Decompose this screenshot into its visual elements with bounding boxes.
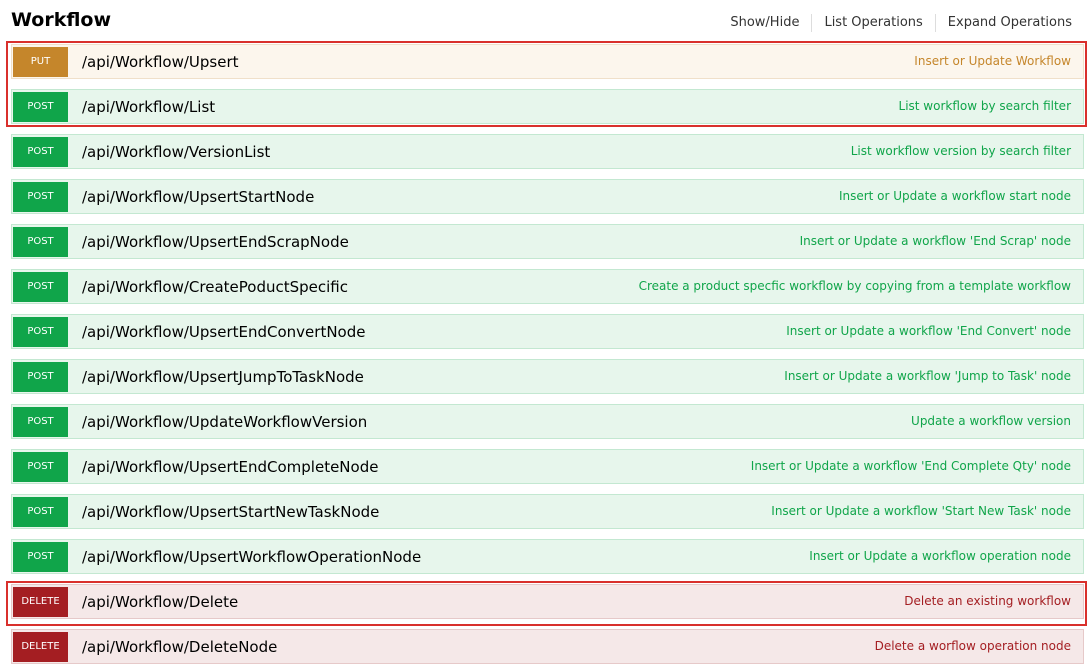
method-badge[interactable]: POST: [13, 451, 68, 482]
section-header: Workflow Show/Hide List Operations Expan…: [0, 0, 1092, 42]
operation-path[interactable]: /api/Workflow/UpsertEndConvertNode: [82, 323, 365, 341]
operation-description[interactable]: Insert or Update a workflow 'End Scrap' …: [800, 225, 1071, 258]
operation-path[interactable]: /api/Workflow/DeleteNode: [82, 638, 277, 656]
method-badge[interactable]: POST: [13, 271, 68, 302]
operation-description[interactable]: List workflow version by search filter: [851, 135, 1071, 168]
operation-path[interactable]: /api/Workflow/UpsertEndScrapNode: [82, 233, 349, 251]
method-badge[interactable]: POST: [13, 226, 68, 257]
operation-description[interactable]: Insert or Update a workflow 'End Complet…: [751, 450, 1071, 483]
operation-version-list[interactable]: POST /api/Workflow/VersionList List work…: [11, 134, 1084, 169]
operation-description[interactable]: Insert or Update a workflow 'Jump to Tas…: [784, 360, 1071, 393]
operation-description[interactable]: List workflow by search filter: [899, 90, 1071, 123]
method-badge[interactable]: POST: [13, 496, 68, 527]
operation-description[interactable]: Create a product specfic workflow by cop…: [639, 270, 1071, 303]
operation-path[interactable]: /api/Workflow/List: [82, 98, 215, 116]
method-badge[interactable]: POST: [13, 316, 68, 347]
operation-upsert-end-convert-node[interactable]: POST /api/Workflow/UpsertEndConvertNode …: [11, 314, 1084, 349]
operation-description[interactable]: Insert or Update Workflow: [914, 45, 1071, 78]
operation-list[interactable]: POST /api/Workflow/List List workflow by…: [11, 89, 1084, 124]
operation-upsert-end-complete-node[interactable]: POST /api/Workflow/UpsertEndCompleteNode…: [11, 449, 1084, 484]
operation-update-workflow-version[interactable]: POST /api/Workflow/UpdateWorkflowVersion…: [11, 404, 1084, 439]
method-badge[interactable]: POST: [13, 361, 68, 392]
operation-delete-node[interactable]: DELETE /api/Workflow/DeleteNode Delete a…: [11, 629, 1084, 664]
method-badge[interactable]: PUT: [13, 46, 68, 77]
operation-path[interactable]: /api/Workflow/Upsert: [82, 53, 239, 71]
swagger-workflow-page: Workflow Show/Hide List Operations Expan…: [0, 0, 1092, 672]
operation-upsert-end-scrap-node[interactable]: POST /api/Workflow/UpsertEndScrapNode In…: [11, 224, 1084, 259]
operation-description[interactable]: Delete a worflow operation node: [875, 630, 1071, 663]
method-badge[interactable]: POST: [13, 136, 68, 167]
operation-description[interactable]: Insert or Update a workflow start node: [839, 180, 1071, 213]
operation-upsert[interactable]: PUT /api/Workflow/Upsert Insert or Updat…: [11, 44, 1084, 79]
operation-description[interactable]: Insert or Update a workflow 'End Convert…: [786, 315, 1071, 348]
method-badge[interactable]: DELETE: [13, 631, 68, 662]
operation-path[interactable]: /api/Workflow/UpsertStartNode: [82, 188, 314, 206]
operation-create-product-specific[interactable]: POST /api/Workflow/CreatePoductSpecific …: [11, 269, 1084, 304]
operation-path[interactable]: /api/Workflow/UpsertStartNewTaskNode: [82, 503, 379, 521]
method-badge[interactable]: POST: [13, 541, 68, 572]
method-badge[interactable]: POST: [13, 406, 68, 437]
header-links: Show/Hide List Operations Expand Operati…: [718, 14, 1072, 32]
operation-delete[interactable]: DELETE /api/Workflow/Delete Delete an ex…: [11, 584, 1084, 619]
method-badge[interactable]: DELETE: [13, 586, 68, 617]
operations-list: PUT /api/Workflow/Upsert Insert or Updat…: [11, 44, 1084, 672]
operation-path[interactable]: /api/Workflow/UpsertWorkflowOperationNod…: [82, 548, 421, 566]
operation-path[interactable]: /api/Workflow/VersionList: [82, 143, 270, 161]
operation-description[interactable]: Delete an existing workflow: [904, 585, 1071, 618]
list-operations-link[interactable]: List Operations: [812, 14, 934, 32]
expand-operations-link[interactable]: Expand Operations: [936, 14, 1072, 32]
operation-upsert-jump-to-task-node[interactable]: POST /api/Workflow/UpsertJumpToTaskNode …: [11, 359, 1084, 394]
operation-path[interactable]: /api/Workflow/UpsertEndCompleteNode: [82, 458, 378, 476]
operation-upsert-start-node[interactable]: POST /api/Workflow/UpsertStartNode Inser…: [11, 179, 1084, 214]
operation-path[interactable]: /api/Workflow/UpsertJumpToTaskNode: [82, 368, 364, 386]
section-title[interactable]: Workflow: [11, 6, 111, 34]
show-hide-link[interactable]: Show/Hide: [718, 14, 811, 32]
method-badge[interactable]: POST: [13, 91, 68, 122]
operation-description[interactable]: Insert or Update a workflow operation no…: [809, 540, 1071, 573]
operation-upsert-start-new-task-node[interactable]: POST /api/Workflow/UpsertStartNewTaskNod…: [11, 494, 1084, 529]
operation-path[interactable]: /api/Workflow/UpdateWorkflowVersion: [82, 413, 367, 431]
operation-path[interactable]: /api/Workflow/CreatePoductSpecific: [82, 278, 348, 296]
operation-upsert-workflow-operation-node[interactable]: POST /api/Workflow/UpsertWorkflowOperati…: [11, 539, 1084, 574]
operation-description[interactable]: Update a workflow version: [911, 405, 1071, 438]
operation-description[interactable]: Insert or Update a workflow 'Start New T…: [771, 495, 1071, 528]
operation-path[interactable]: /api/Workflow/Delete: [82, 593, 238, 611]
method-badge[interactable]: POST: [13, 181, 68, 212]
